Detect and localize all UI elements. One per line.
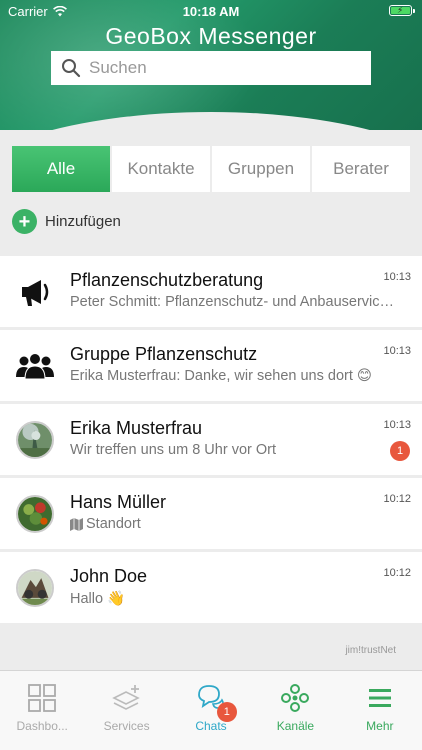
chat-preview: Standort — [70, 516, 141, 532]
app-title: GeoBox Messenger — [105, 23, 317, 49]
dashboard-icon — [28, 684, 57, 712]
status-bar: Carrier 10:18 AM ⚡ — [0, 0, 422, 22]
search-input[interactable] — [89, 58, 349, 78]
chat-name: Pflanzenschutzberatung — [70, 270, 264, 290]
segment-alle[interactable]: Alle — [12, 146, 110, 192]
group-icon — [16, 347, 54, 385]
tab-services[interactable]: Services — [84, 671, 168, 750]
unread-badge: 1 — [390, 441, 410, 461]
chat-list: Pflanzenschutzberatung Peter Schmitt: Pf… — [0, 256, 422, 626]
tab-label: Mehr — [366, 719, 394, 733]
tab-badge: 1 — [216, 702, 237, 722]
chat-time: 10:13 — [383, 419, 411, 431]
chat-time: 10:12 — [383, 567, 411, 579]
chat-preview-text: Standort — [86, 516, 141, 532]
header: Carrier 10:18 AM ⚡ GeoBox Messenger — [0, 0, 422, 130]
plus-icon: + — [12, 209, 37, 234]
menu-icon — [368, 689, 391, 707]
battery-icon: ⚡ — [389, 5, 415, 16]
search-bar[interactable] — [51, 51, 371, 85]
chat-time: 10:13 — [383, 345, 411, 357]
tab-bar: Dashbo... Services Chats 1 Kanäle Mehr — [0, 670, 422, 750]
chat-name: John Doe — [70, 566, 148, 586]
avatar-photo — [16, 569, 54, 607]
chat-item[interactable]: Erika Musterfrau Wir treffen uns um 8 Uh… — [0, 404, 422, 475]
chat-time: 10:12 — [383, 493, 411, 505]
add-button[interactable]: + Hinzufügen — [12, 209, 121, 234]
segment-gruppen[interactable]: Gruppen — [212, 146, 310, 192]
chat-name: Gruppe Pflanzenschutz — [70, 344, 258, 364]
chat-item[interactable]: John Doe Hallo 👋 10:12 — [0, 552, 422, 623]
search-icon — [62, 59, 81, 78]
map-icon — [70, 517, 83, 531]
chat-preview: Peter Schmitt: Pflanzenschutz- und Anbau… — [70, 294, 400, 310]
add-label: Hinzufügen — [45, 213, 121, 230]
chat-preview: Wir treffen uns um 8 Uhr vor Ort — [70, 442, 277, 458]
chat-name: Hans Müller — [70, 492, 167, 512]
chat-time: 10:13 — [383, 271, 411, 283]
tab-chats[interactable]: Chats 1 — [169, 671, 253, 750]
chat-item[interactable]: Hans Müller Standort 10:12 — [0, 478, 422, 549]
channels-icon — [281, 684, 310, 712]
tab-mehr[interactable]: Mehr — [338, 671, 422, 750]
tab-dashboard[interactable]: Dashbo... — [0, 671, 84, 750]
tab-kanaele[interactable]: Kanäle — [253, 671, 337, 750]
filter-segments: Alle Kontakte Gruppen Berater — [12, 146, 410, 192]
avatar-photo — [16, 421, 54, 459]
tab-label: Kanäle — [276, 719, 315, 733]
chat-preview: Hallo 👋 — [70, 591, 126, 607]
status-time: 10:18 AM — [182, 4, 240, 19]
tab-label: Services — [103, 719, 150, 733]
chat-name: Erika Musterfrau — [70, 418, 203, 438]
segment-berater[interactable]: Berater — [312, 146, 410, 192]
tab-label: Dashbo... — [16, 719, 68, 733]
chat-preview: Erika Musterfrau: Danke, wir sehen uns d… — [70, 368, 373, 384]
megaphone-icon — [16, 273, 54, 311]
chat-item[interactable]: Pflanzenschutzberatung Peter Schmitt: Pf… — [0, 256, 422, 327]
services-icon — [111, 685, 140, 710]
avatar-photo — [16, 495, 54, 533]
brand-label: jim!trustNet — [345, 645, 396, 656]
chat-item[interactable]: Gruppe Pflanzenschutz Erika Musterfrau: … — [0, 330, 422, 401]
segment-kontakte[interactable]: Kontakte — [112, 146, 210, 192]
